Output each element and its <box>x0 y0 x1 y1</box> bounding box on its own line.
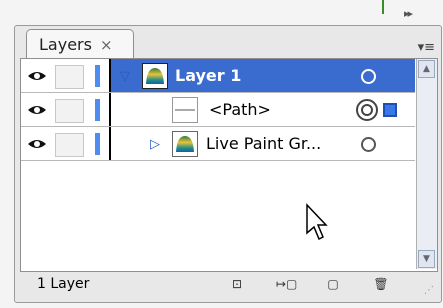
vertical-scrollbar[interactable]: ▲ ▼ <box>416 59 437 269</box>
layer-controls <box>21 127 111 160</box>
path-thumbnail <box>172 97 198 123</box>
live-paint-thumbnail <box>172 131 198 157</box>
panel-menu-icon[interactable]: ▾≡ <box>418 40 435 55</box>
target-double-icon[interactable] <box>356 99 378 121</box>
lock-toggle[interactable] <box>55 99 84 123</box>
footer-icons: ⊡ ↦▢ ▢ 🗑 <box>228 277 390 291</box>
layer-controls <box>21 59 111 92</box>
layer-name: Layer 1 <box>175 66 242 85</box>
tab-label: Layers <box>39 35 92 54</box>
path-name: <Path> <box>209 100 271 119</box>
eye-icon[interactable] <box>27 67 47 85</box>
layer-row-content[interactable]: ▽ Layer 1 <box>111 59 415 92</box>
eye-icon[interactable] <box>27 101 47 119</box>
locate-object-icon[interactable]: ⊡ <box>228 277 246 291</box>
layer-thumbnail <box>142 63 168 89</box>
panel-footer: 1 Layer ⊡ ↦▢ ▢ 🗑 ⋰ <box>20 274 436 298</box>
target-circle-icon[interactable] <box>361 137 376 152</box>
layer-color-strip <box>95 99 100 121</box>
make-clipping-mask-icon[interactable]: ↦▢ <box>276 277 297 291</box>
resize-grip[interactable]: ⋰ <box>424 285 434 296</box>
layers-list: ▽ Layer 1 <Path> ▷ Live Paint Gr... ▲ ▼ <box>20 58 438 272</box>
illustrator-canvas: ▸▸ Layers × ▾≡ ▽ Layer 1 <Path> ▷ Live P… <box>0 0 443 308</box>
layer-count: 1 Layer <box>37 276 90 292</box>
create-new-sublayer-icon[interactable]: ▢ <box>324 277 342 291</box>
lock-toggle[interactable] <box>55 65 84 89</box>
tab-layers[interactable]: Layers × <box>26 29 134 58</box>
mouse-cursor-icon <box>306 203 328 241</box>
scroll-up-button[interactable]: ▲ <box>418 60 435 78</box>
layer-row-live-paint[interactable]: ▷ Live Paint Gr... <box>21 127 415 161</box>
layer-controls <box>21 93 111 126</box>
collapsed-triangle-icon[interactable]: ▷ <box>150 137 160 152</box>
layer-color-strip <box>95 65 100 87</box>
layer-color-strip <box>95 133 100 155</box>
live-paint-name: Live Paint Gr... <box>206 134 322 153</box>
close-icon[interactable]: × <box>100 36 113 54</box>
target-circle-icon[interactable] <box>361 69 376 84</box>
eye-icon[interactable] <box>27 135 47 153</box>
scroll-down-button[interactable]: ▼ <box>418 250 435 268</box>
layers-panel: Layers × ▾≡ ▽ Layer 1 <Path> ▷ Live Pain… <box>14 25 442 303</box>
lock-toggle[interactable] <box>55 133 84 157</box>
layer-row-content[interactable]: <Path> <box>111 93 415 126</box>
panel-collapse-arrows-icon[interactable]: ▸▸ <box>404 5 434 23</box>
selection-square-icon[interactable] <box>383 103 397 117</box>
trash-icon[interactable]: 🗑 <box>372 277 390 291</box>
layer-row-content[interactable]: ▷ Live Paint Gr... <box>111 127 415 160</box>
layer-row-path[interactable]: <Path> <box>21 93 415 127</box>
artboard-guide-line <box>382 0 384 14</box>
layer-row-layer-1[interactable]: ▽ Layer 1 <box>21 59 415 93</box>
expand-triangle-icon[interactable]: ▽ <box>120 69 130 84</box>
